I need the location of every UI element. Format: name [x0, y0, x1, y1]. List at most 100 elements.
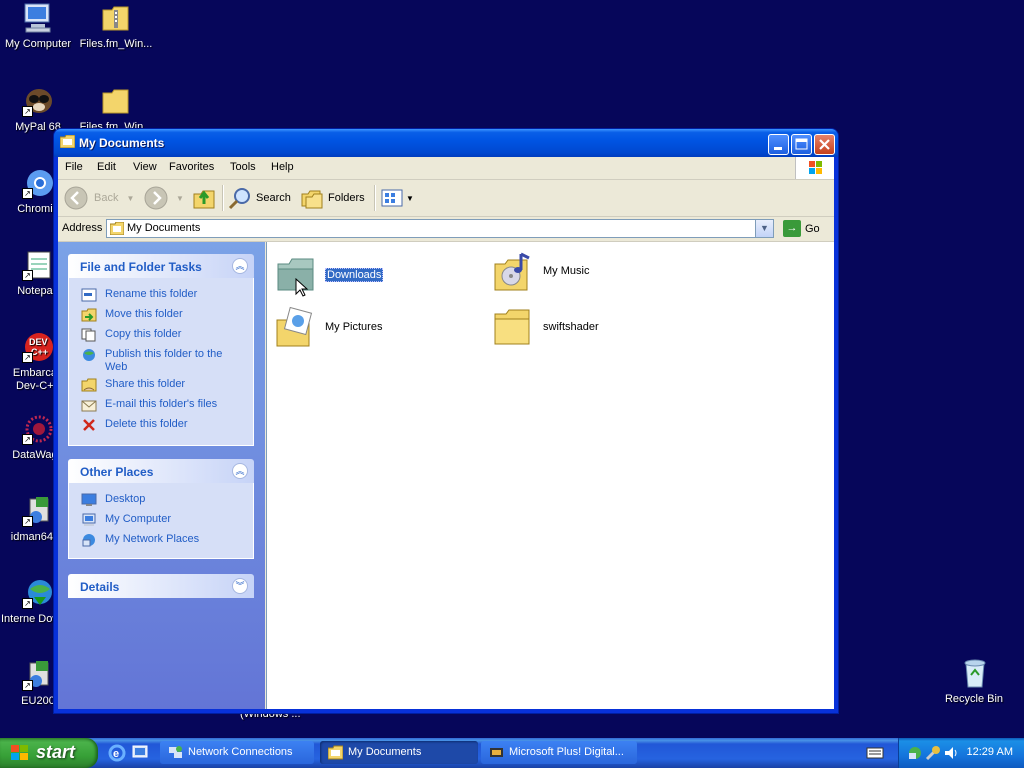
ie-quicklaunch-icon[interactable]: e [108, 744, 126, 765]
up-folder-button[interactable] [192, 186, 216, 210]
minimize-button[interactable] [768, 134, 789, 155]
menu-file[interactable]: File [65, 161, 83, 173]
show-desktop-icon[interactable] [132, 744, 148, 763]
tray-network-icon[interactable] [907, 745, 923, 764]
item-name: My Music [543, 265, 590, 277]
folder-item-my-pictures[interactable]: My Pictures [275, 306, 382, 348]
share-folder-link[interactable]: Share this folder [81, 378, 241, 392]
collapse-chevron-icon[interactable]: ︽ [232, 258, 248, 274]
file-folder-tasks-header[interactable]: File and Folder Tasks ︽ [68, 254, 254, 278]
section-title: Details [80, 580, 120, 594]
other-place-desktop[interactable]: Desktop [81, 493, 241, 506]
views-button[interactable]: ▼ [380, 186, 414, 210]
folder-icon [100, 85, 132, 117]
svg-text:e: e [113, 748, 119, 760]
folders-label: Folders [328, 192, 365, 204]
recycle-bin-icon [958, 657, 990, 689]
globe-icon [81, 348, 97, 362]
windows-logo-icon [795, 157, 834, 179]
folders-icon [301, 190, 323, 209]
collapse-chevron-icon[interactable]: ︽ [232, 463, 248, 479]
go-label: Go [805, 222, 820, 235]
music-folder-icon [493, 250, 535, 292]
back-dropdown-icon[interactable]: ▼ [126, 194, 134, 203]
other-place-my-computer[interactable]: My Computer [81, 513, 241, 526]
tray-volume-icon[interactable] [943, 745, 959, 764]
folder-item-swiftshader[interactable]: swiftshader [493, 306, 599, 348]
svg-text:DEV: DEV [29, 337, 48, 347]
other-place-network[interactable]: My Network Places [81, 533, 241, 547]
chromium-icon: ↗ [22, 167, 54, 199]
shortcut-arrow-icon: ↗ [22, 680, 33, 691]
forward-arrow-icon [144, 186, 168, 210]
address-dropdown-icon[interactable]: ▼ [755, 220, 773, 237]
task-network-connections[interactable]: Network Connections [160, 741, 314, 764]
address-input[interactable]: My Documents ▼ [106, 219, 774, 238]
other-places-header[interactable]: Other Places ︽ [68, 459, 254, 483]
menu-help[interactable]: Help [271, 161, 294, 173]
desktop-icon-my-computer[interactable]: My Computer [0, 2, 76, 51]
views-dropdown-icon[interactable]: ▼ [406, 194, 414, 203]
folder-view: Downloads My Music My Pictures swiftshad… [266, 242, 834, 709]
idm-globe-icon: ↗ [22, 577, 54, 609]
expand-chevron-icon[interactable]: ︾ [232, 578, 248, 594]
folder-item-downloads[interactable]: Downloads [275, 254, 384, 297]
address-bar: Address My Documents ▼ → Go [58, 217, 834, 242]
installer-icon: ↗ [22, 659, 54, 691]
folder-icon [493, 306, 535, 348]
folder-icon [327, 745, 344, 760]
mouse-cursor-icon [295, 278, 309, 297]
email-files-link[interactable]: E-mail this folder's files [81, 398, 241, 412]
menu-tools[interactable]: Tools [230, 161, 256, 173]
move-folder-link[interactable]: Move this folder [81, 308, 241, 322]
title-bar[interactable]: My Documents [54, 129, 838, 157]
rename-folder-link[interactable]: Rename this folder [81, 288, 241, 302]
shortcut-arrow-icon: ↗ [22, 352, 33, 363]
shortcut-arrow-icon: ↗ [22, 516, 33, 527]
my-computer-icon [22, 2, 54, 34]
menu-view[interactable]: View [133, 161, 157, 173]
desktop-icon-mypal[interactable]: ↗ MyPal 68 [0, 85, 76, 134]
task-my-documents[interactable]: My Documents [320, 741, 478, 764]
menu-bar: File Edit View Favorites Tools Help [58, 157, 834, 180]
folders-button[interactable]: Folders [300, 186, 365, 210]
forward-dropdown-icon[interactable]: ▼ [176, 194, 184, 203]
menu-favorites[interactable]: Favorites [169, 161, 214, 173]
media-icon [489, 745, 504, 760]
maximize-button[interactable] [791, 134, 812, 155]
back-arrow-icon [64, 186, 88, 210]
section-title: File and Folder Tasks [80, 260, 202, 274]
address-value: My Documents [127, 222, 201, 234]
up-folder-icon [193, 190, 215, 209]
details-header[interactable]: Details ︾ [68, 574, 254, 598]
menu-edit[interactable]: Edit [97, 161, 116, 173]
item-name: swiftshader [543, 321, 599, 333]
zip-folder-icon [100, 2, 132, 34]
notepad-icon: ↗ [22, 249, 54, 281]
publish-folder-link[interactable]: Publish this folder to the Web [81, 348, 241, 374]
taskbar: start e Network Connections My Documents… [0, 738, 1024, 768]
tray-tools-icon[interactable] [925, 745, 941, 764]
task-microsoft-plus[interactable]: Microsoft Plus! Digital... [481, 741, 637, 764]
folder-icon [109, 221, 125, 238]
shortcut-arrow-icon: ↗ [22, 188, 33, 199]
desktop-icon-files-fm-1[interactable]: Files.fm_Win... [78, 2, 154, 51]
toolbar-separator [374, 185, 376, 211]
desktop-icon-files-fm-2[interactable]: Files.fm_Win... [78, 85, 154, 134]
copy-folder-link[interactable]: Copy this folder [81, 328, 241, 342]
forward-button[interactable]: ▼ [144, 186, 184, 210]
back-label: Back [94, 192, 119, 204]
search-button[interactable]: Search [228, 186, 291, 210]
go-button[interactable]: → Go [783, 219, 820, 238]
back-button[interactable]: Back ▼ [64, 186, 134, 210]
folder-icon [275, 254, 317, 297]
close-button[interactable] [814, 134, 835, 155]
desktop-icon-recycle-bin[interactable]: Recycle Bin [936, 657, 1012, 706]
delete-folder-link[interactable]: Delete this folder [81, 418, 241, 431]
desktop-icon [81, 493, 97, 507]
delete-x-icon [81, 418, 97, 432]
start-button[interactable]: start [0, 738, 98, 768]
keyboard-icon[interactable] [866, 747, 884, 762]
folder-item-my-music[interactable]: My Music [493, 250, 589, 292]
shortcut-arrow-icon: ↗ [22, 434, 33, 445]
